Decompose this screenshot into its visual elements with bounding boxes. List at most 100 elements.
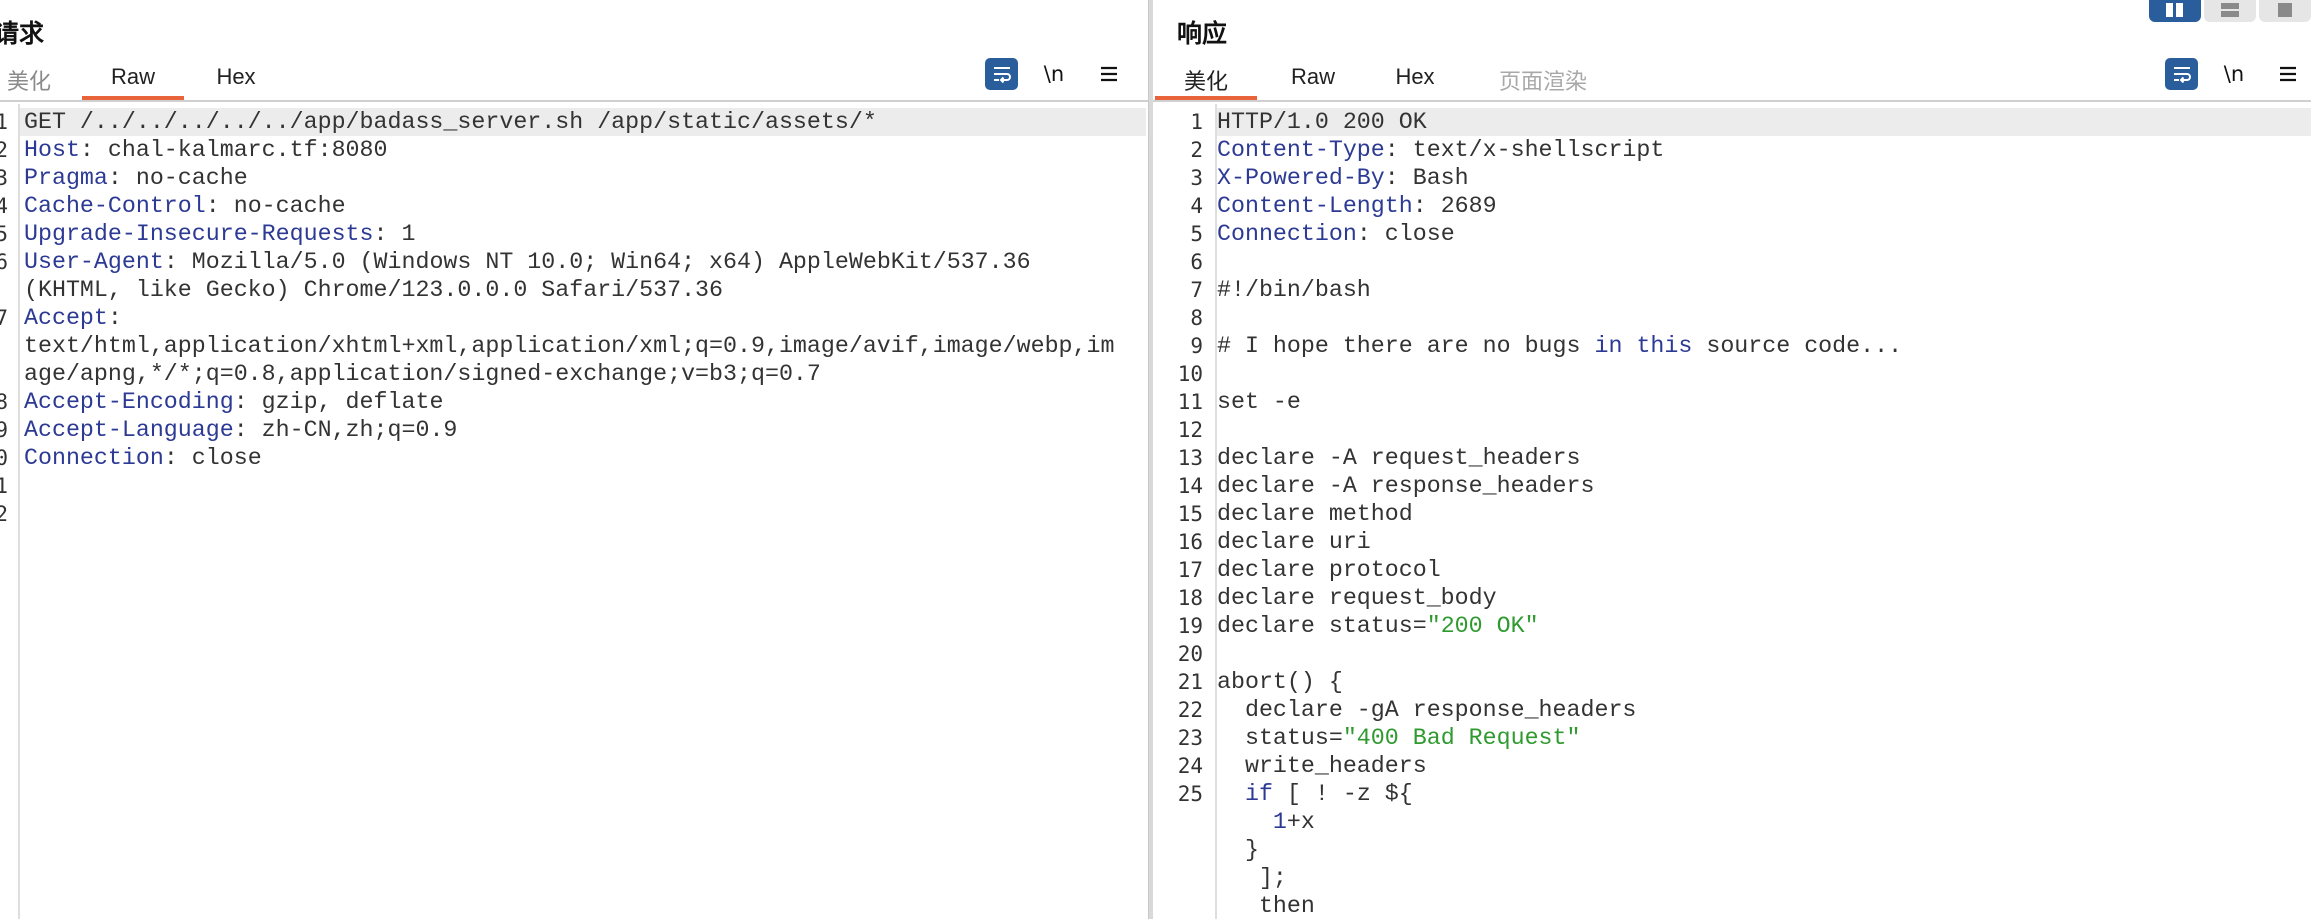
line-number: 1 <box>0 474 8 498</box>
tab-hex[interactable]: Hex <box>212 64 260 100</box>
single-panel-icon <box>2278 3 2292 17</box>
code-text: declare status="200 OK" <box>1217 612 1539 640</box>
layout-tabs-button[interactable] <box>2259 0 2311 22</box>
response-tabs: 美化 Raw Hex 页面渲染 <box>1153 52 2311 102</box>
line-number: 0 <box>0 446 8 470</box>
layout-switcher <box>2149 0 2311 22</box>
word-wrap-button[interactable] <box>985 58 1018 90</box>
code-line: 7 Accept: <box>0 304 1148 332</box>
tab-hex[interactable]: Hex <box>1391 64 1439 100</box>
header-name: User-Agent <box>24 249 164 275</box>
line-number <box>1159 864 1203 892</box>
code-text: text/html,application/xhtml+xml,applicat… <box>24 332 1114 360</box>
newline-toggle-button[interactable]: \n <box>2219 58 2249 90</box>
code-line: 2 Host: chal-kalmarc.tf:8080 <box>0 136 1148 164</box>
code-text: Cache-Control: no-cache <box>24 192 346 220</box>
code-text: #!/bin/bash <box>1217 276 1371 304</box>
line-number: 11 <box>1177 390 1203 414</box>
code-text: (KHTML, like Gecko) Chrome/123.0.0.0 Saf… <box>24 276 723 304</box>
header-value: age/apng,*/*;q=0.8,application/signed-ex… <box>24 361 821 387</box>
line-number: 7 <box>0 306 8 330</box>
code-line: 5 Connection: close <box>1153 220 2311 248</box>
code-line: 3 X-Powered-By: Bash <box>1153 164 2311 192</box>
code-text: Content-Type: text/x-shellscript <box>1217 136 1664 164</box>
code-text: write_headers <box>1217 752 1427 780</box>
response-menu-button[interactable] <box>2273 58 2303 90</box>
tab-raw[interactable]: Raw <box>82 64 184 100</box>
code-token: [ ! -z ${ <box>1272 781 1413 807</box>
response-pane: 响应 美化 Raw Hex 页面渲染 \n 1 HTTP/1.0 200 OK … <box>1153 0 2311 919</box>
header-value: text/html,application/xhtml+xml,applicat… <box>24 333 1115 359</box>
code-line: 19 declare status="200 OK" <box>1153 612 2311 640</box>
code-line: 1 HTTP/1.0 200 OK <box>1153 108 2311 136</box>
newline-toggle-button[interactable]: \n <box>1039 58 1069 90</box>
line-number: 2 <box>0 502 8 526</box>
header-name: Upgrade-Insecure-Requests <box>24 221 374 247</box>
code-text: X-Powered-By: Bash <box>1217 164 1469 192</box>
header-name: Accept-Encoding <box>24 389 234 415</box>
code-line: 10 <box>1153 360 2311 388</box>
line-number: 13 <box>1177 446 1203 470</box>
code-token: then <box>1217 893 1315 919</box>
code-line: 3 Pragma: no-cache <box>0 164 1148 192</box>
code-text: Pragma: no-cache <box>24 164 248 192</box>
response-editor[interactable]: 1 HTTP/1.0 200 OK 2 Content-Type: text/x-sh… <box>1153 104 2311 919</box>
tab-pretty[interactable]: 美化 <box>1155 64 1257 100</box>
code-line: 8 Accept-Encoding: gzip, deflate <box>0 388 1148 416</box>
code-line: age/apng,*/*;q=0.8,application/signed-ex… <box>0 360 1148 388</box>
code-token: : 2689 <box>1412 193 1497 219</box>
code-text: age/apng,*/*;q=0.8,application/signed-ex… <box>24 360 821 388</box>
tab-render[interactable]: 页面渲染 <box>1493 64 1593 100</box>
line-number: 8 <box>1190 306 1203 330</box>
line-number <box>1159 892 1203 919</box>
keyword: this <box>1636 333 1693 359</box>
keyword: X-Powered-By <box>1217 165 1385 191</box>
code-line: 2 Content-Type: text/x-shellscript <box>1153 136 2311 164</box>
line-number: 1 <box>1190 110 1203 134</box>
code-text: ]; <box>1217 864 1287 892</box>
request-editor[interactable]: 1 GET /../../../../../app/badass_server.s… <box>0 104 1148 919</box>
line-number: 25 <box>1177 782 1203 806</box>
line-number: 23 <box>1177 726 1203 750</box>
layout-side-by-side-button[interactable] <box>2149 0 2201 22</box>
code-line: 17 declare protocol <box>1153 556 2311 584</box>
code-text: then <box>1217 892 1315 919</box>
code-token: abort() { <box>1217 669 1343 695</box>
code-token: # I hope there are no bugs <box>1217 333 1595 359</box>
tab-raw[interactable]: Raw <box>1289 64 1337 100</box>
code-token: set -e <box>1217 389 1301 415</box>
code-line: ]; <box>1153 864 2311 892</box>
code-token: #!/bin/bash <box>1217 277 1371 303</box>
code-line: 20 <box>1153 640 2311 668</box>
request-menu-button[interactable] <box>1094 58 1124 90</box>
code-text: Accept: <box>24 304 122 332</box>
line-number: 2 <box>0 138 8 162</box>
code-line: 6 <box>1153 248 2311 276</box>
hamburger-menu-icon <box>1101 66 1117 82</box>
code-line: 16 declare uri <box>1153 528 2311 556</box>
code-text: User-Agent: Mozilla/5.0 (Windows NT 10.0… <box>24 248 1031 276</box>
code-line: } <box>1153 836 2311 864</box>
code-text: declare protocol <box>1217 556 1441 584</box>
word-wrap-icon <box>993 67 1011 83</box>
line-number: 8 <box>0 390 8 414</box>
line-number: 6 <box>1190 250 1203 274</box>
line-number <box>0 332 8 360</box>
code-line: 1 <box>0 472 1148 500</box>
tab-pretty[interactable]: 美化 <box>6 64 52 100</box>
code-text: Connection: close <box>24 444 262 472</box>
word-wrap-button[interactable] <box>2165 58 2198 90</box>
line-number: 1 <box>0 110 8 134</box>
keyword: Content-Length <box>1217 193 1413 219</box>
code-token: declare status= <box>1217 613 1427 639</box>
code-line: text/html,application/xhtml+xml,applicat… <box>0 332 1148 360</box>
code-token: : text/x-shellscript <box>1384 137 1665 163</box>
code-text: declare uri <box>1217 528 1371 556</box>
code-text: Accept-Language: zh-CN,zh;q=0.9 <box>24 416 457 444</box>
header-value: : 1 <box>373 221 416 247</box>
code-line: 23 status="400 Bad Request" <box>1153 724 2311 752</box>
code-line: 11 set -e <box>1153 388 2311 416</box>
layout-stacked-button[interactable] <box>2204 0 2256 22</box>
